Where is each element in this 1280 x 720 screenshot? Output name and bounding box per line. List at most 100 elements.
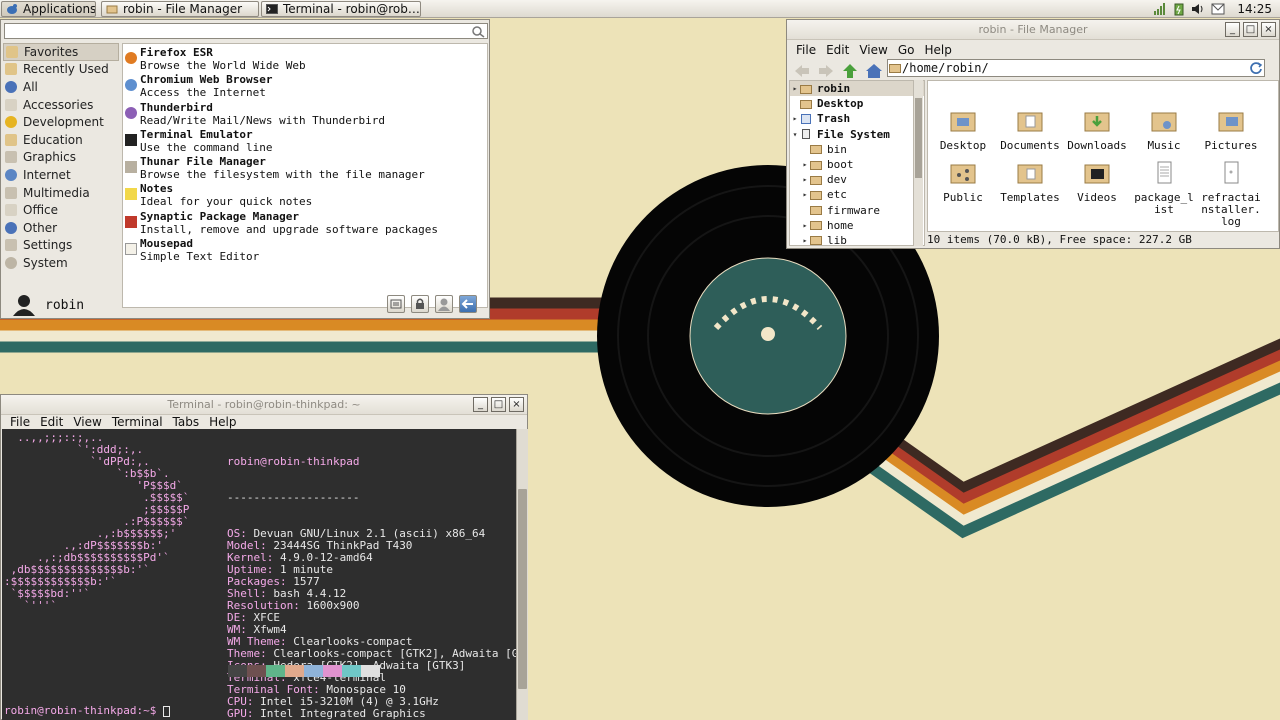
menu-file[interactable]: File: [5, 415, 35, 429]
file-item-pictures[interactable]: Pictures: [1199, 109, 1263, 152]
menu-help[interactable]: Help: [204, 415, 241, 429]
tree-item-bin[interactable]: bin: [790, 142, 924, 157]
file-item-downloads[interactable]: Downloads: [1065, 109, 1129, 152]
category-favorites[interactable]: Favorites: [3, 43, 119, 61]
up-arrow-icon[interactable]: [841, 63, 859, 79]
music-folder-icon: [1151, 112, 1177, 132]
app-synaptic[interactable]: Synaptic Package Manager Install, remove …: [123, 210, 487, 237]
location-bar[interactable]: /home/robin/: [887, 59, 1265, 77]
menu-view[interactable]: View: [68, 415, 106, 429]
category-all[interactable]: All: [3, 78, 119, 96]
minimize-button[interactable]: _: [1225, 22, 1240, 37]
expander-icon[interactable]: ▸: [800, 236, 810, 245]
taskbar-label: robin - File Manager: [123, 2, 243, 16]
network-icon[interactable]: [1153, 2, 1167, 16]
category-development[interactable]: Development: [3, 113, 119, 131]
tree-item-dev[interactable]: ▸ dev: [790, 172, 924, 187]
file-item-desktop[interactable]: Desktop: [931, 109, 995, 152]
terminal-titlebar[interactable]: Terminal - robin@robin-thinkpad: ~ _ □ ×: [1, 395, 527, 415]
volume-icon[interactable]: [1191, 2, 1205, 16]
category-education[interactable]: Education: [3, 131, 119, 149]
category-settings[interactable]: Settings: [3, 237, 119, 255]
expander-icon[interactable]: ▸: [800, 175, 810, 184]
tree-item-boot[interactable]: ▸ boot: [790, 157, 924, 172]
expander-icon[interactable]: ▸: [790, 114, 800, 123]
forward-arrow-icon[interactable]: [817, 63, 835, 79]
menu-edit[interactable]: Edit: [35, 415, 68, 429]
clear-search-icon[interactable]: [471, 25, 485, 38]
expander-icon[interactable]: ▸: [790, 84, 800, 93]
app-chromium[interactable]: Chromium Web Browser Access the Internet: [123, 73, 487, 100]
file-label: Public: [943, 191, 983, 204]
menu-terminal[interactable]: Terminal: [107, 415, 168, 429]
scrollbar-thumb[interactable]: [518, 489, 527, 689]
tree-item-lib[interactable]: ▸ lib: [790, 233, 924, 245]
switch-user-button[interactable]: [435, 295, 453, 313]
lock-screen-button[interactable]: [411, 295, 429, 313]
tree-item-home[interactable]: ▸ home: [790, 218, 924, 233]
tree-item-firmware[interactable]: firmware: [790, 203, 924, 218]
close-button[interactable]: ×: [509, 397, 524, 412]
category-office[interactable]: Office: [3, 201, 119, 219]
app-terminal[interactable]: Terminal Emulator Use the command line: [123, 128, 487, 155]
tree-item-robin[interactable]: ▸ robin: [790, 81, 924, 97]
notification-icon[interactable]: [1211, 2, 1225, 16]
tree-item-file-system[interactable]: ▾ File System: [790, 127, 924, 142]
file-item-templates[interactable]: Templates: [998, 161, 1062, 204]
home-icon[interactable]: [865, 63, 883, 79]
file-item-package-list[interactable]: package_l ist: [1132, 161, 1196, 216]
tree-item-trash[interactable]: ▸ Trash: [790, 111, 924, 126]
log-out-button[interactable]: [459, 295, 477, 313]
category-multimedia[interactable]: Multimedia: [3, 184, 119, 202]
taskbar-item-file-manager[interactable]: robin - File Manager: [101, 1, 259, 17]
expander-icon[interactable]: ▸: [800, 221, 810, 230]
file-item-music[interactable]: Music: [1132, 109, 1196, 152]
downloads-folder-icon: [1084, 112, 1110, 132]
menu-search-input[interactable]: [4, 23, 488, 39]
category-other[interactable]: Other: [3, 219, 119, 237]
maximize-button[interactable]: □: [1243, 22, 1258, 37]
file-item-public[interactable]: Public: [931, 161, 995, 204]
menu-file[interactable]: File: [791, 43, 821, 57]
tree-item-etc[interactable]: ▸ etc: [790, 187, 924, 202]
applications-menu-button[interactable]: Applications: [1, 1, 96, 17]
favorites-icon: [6, 45, 18, 58]
side-pane-scrollbar[interactable]: [913, 80, 923, 246]
maximize-button[interactable]: □: [491, 397, 506, 412]
category-system[interactable]: System: [3, 254, 119, 272]
app-notes[interactable]: Notes Ideal for your quick notes: [123, 182, 487, 209]
clock[interactable]: 14:25: [1237, 2, 1272, 16]
folder-icon: [106, 5, 118, 14]
file-item-videos[interactable]: Videos: [1065, 161, 1129, 204]
app-mousepad[interactable]: Mousepad Simple Text Editor: [123, 237, 487, 264]
menu-edit[interactable]: Edit: [821, 43, 854, 57]
category-graphics[interactable]: Graphics: [3, 149, 119, 167]
terminal-scrollbar[interactable]: [516, 429, 528, 720]
app-thunar[interactable]: Thunar File Manager Browse the filesystem…: [123, 155, 487, 182]
file-item-refractainstaller-log[interactable]: refractai nstaller. log: [1199, 161, 1263, 228]
back-arrow-icon[interactable]: [793, 63, 811, 79]
settings-manager-button[interactable]: [387, 295, 405, 313]
file-item-documents[interactable]: Documents: [998, 109, 1062, 152]
category-accessories[interactable]: Accessories: [3, 96, 119, 114]
menu-tabs[interactable]: Tabs: [168, 415, 205, 429]
minimize-button[interactable]: _: [473, 397, 488, 412]
terminal-output[interactable]: ..,,;;;::;,.. `':ddd;:,. `'dPPd:,. `:b$$…: [2, 429, 516, 720]
reload-icon[interactable]: [1249, 61, 1263, 75]
category-internet[interactable]: Internet: [3, 166, 119, 184]
menu-go[interactable]: Go: [893, 43, 920, 57]
app-thunderbird[interactable]: Thunderbird Read/Write Mail/News with Thu…: [123, 101, 487, 128]
menu-help[interactable]: Help: [919, 43, 956, 57]
category-label: Internet: [23, 167, 71, 182]
taskbar-item-terminal[interactable]: Terminal - robin@rob…: [261, 1, 421, 17]
close-button[interactable]: ×: [1261, 22, 1276, 37]
battery-icon[interactable]: [1173, 2, 1185, 16]
expander-icon[interactable]: ▸: [800, 160, 810, 169]
category-recently-used[interactable]: Recently Used: [3, 61, 119, 79]
file-manager-titlebar[interactable]: robin - File Manager _ □ ×: [787, 20, 1279, 40]
expander-icon[interactable]: ▸: [800, 190, 810, 199]
tree-item-desktop[interactable]: Desktop: [790, 96, 924, 111]
app-firefox[interactable]: Firefox ESR Browse the World Wide Web: [123, 46, 487, 73]
expander-icon[interactable]: ▾: [790, 130, 800, 139]
menu-view[interactable]: View: [854, 43, 892, 57]
